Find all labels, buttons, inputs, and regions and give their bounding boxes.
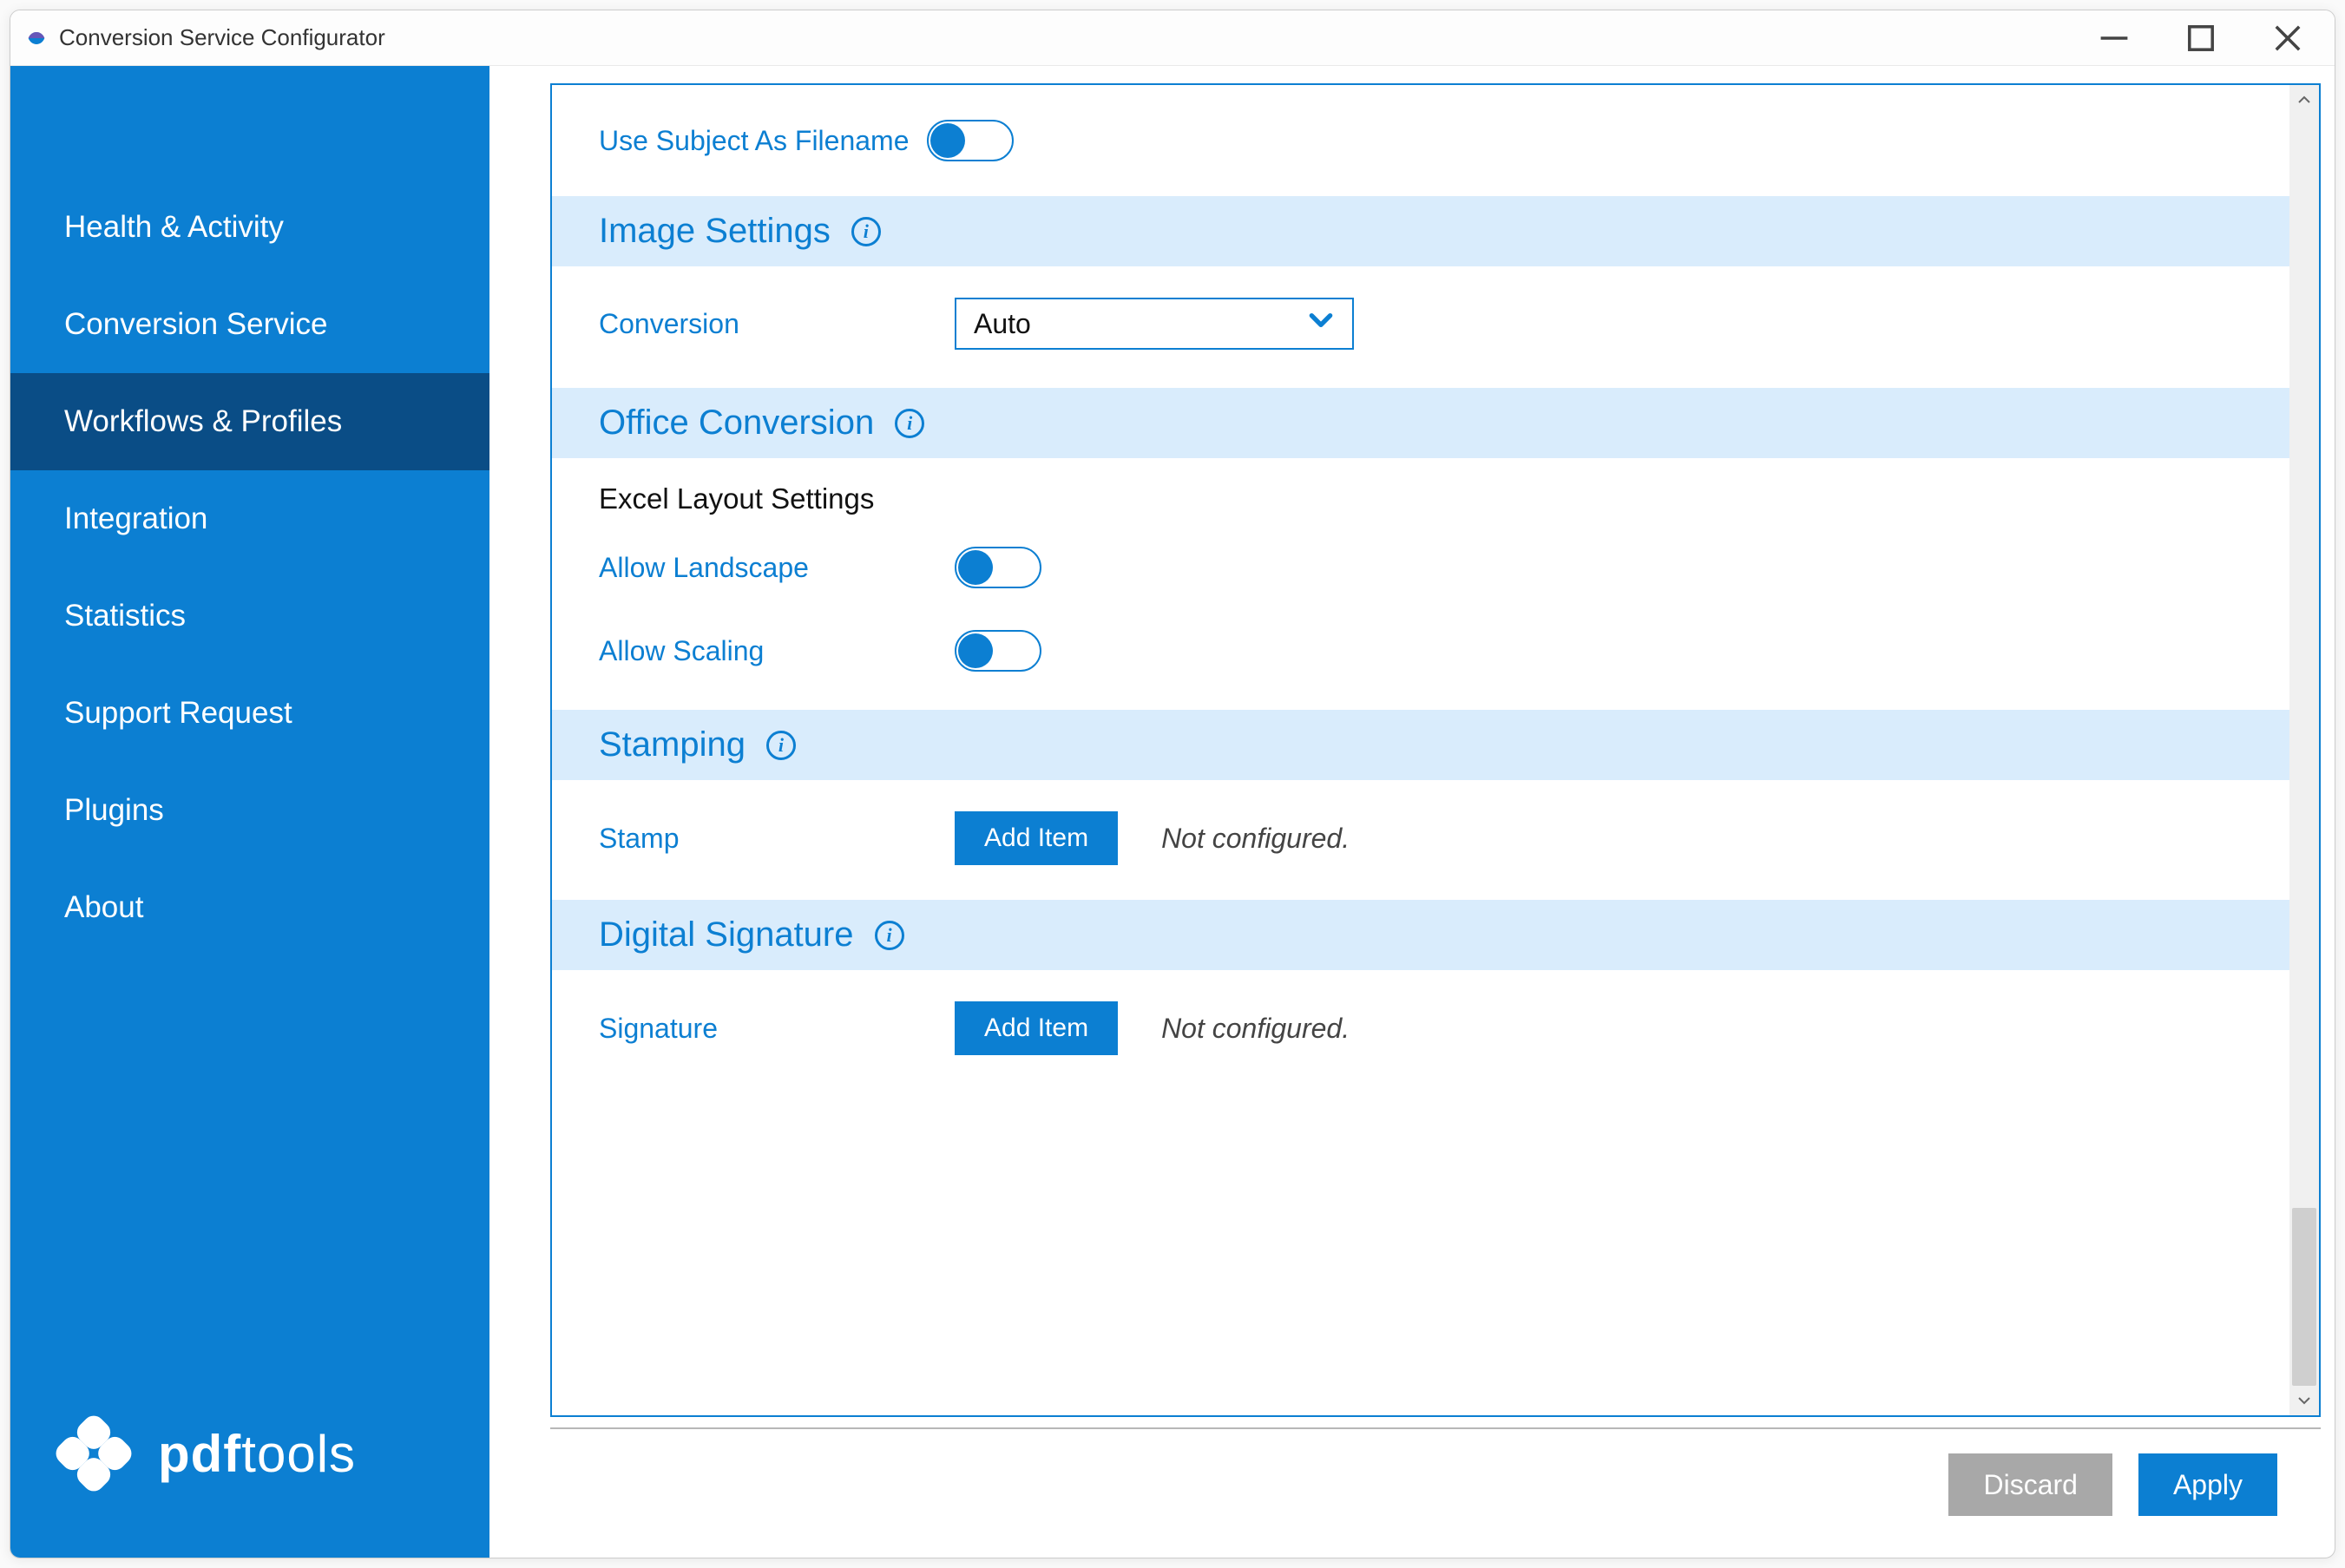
brand-wordmark: pdftools xyxy=(158,1424,356,1484)
scroll-up-icon[interactable] xyxy=(2289,85,2319,115)
minimize-button[interactable] xyxy=(2095,19,2133,57)
info-icon[interactable]: i xyxy=(851,217,881,246)
excel-layout-subheader: Excel Layout Settings xyxy=(552,458,2289,526)
stamp-add-button[interactable]: Add Item xyxy=(955,811,1118,865)
sidebar-item-label: Integration xyxy=(64,502,207,535)
info-icon[interactable]: i xyxy=(766,731,796,760)
sidebar-item-label: Workflows & Profiles xyxy=(64,404,342,438)
discard-button[interactable]: Discard xyxy=(1948,1453,2112,1516)
section-title: Image Settings xyxy=(599,212,831,251)
section-image-settings: Image Settings i xyxy=(552,196,2289,266)
app-icon xyxy=(24,26,49,50)
allow-landscape-label: Allow Landscape xyxy=(599,552,937,584)
allow-scaling-label: Allow Scaling xyxy=(599,635,937,667)
signature-add-button[interactable]: Add Item xyxy=(955,1001,1118,1055)
info-icon[interactable]: i xyxy=(875,921,904,950)
scroll-down-icon[interactable] xyxy=(2289,1386,2319,1415)
sidebar-item-label: Conversion Service xyxy=(64,307,327,341)
sidebar: Health & Activity Conversion Service Wor… xyxy=(10,66,489,1558)
titlebar: Conversion Service Configurator xyxy=(10,10,2335,66)
settings-frame: Use Subject As Filename Image Settings i… xyxy=(550,83,2321,1417)
chevron-down-icon xyxy=(1307,306,1335,341)
sidebar-item-statistics[interactable]: Statistics xyxy=(10,567,489,665)
apply-button[interactable]: Apply xyxy=(2138,1453,2277,1516)
sidebar-item-workflows[interactable]: Workflows & Profiles xyxy=(10,373,489,470)
use-subject-label: Use Subject As Filename xyxy=(599,125,910,157)
sidebar-item-label: Support Request xyxy=(64,696,292,730)
maximize-button[interactable] xyxy=(2182,19,2220,57)
sidebar-item-plugins[interactable]: Plugins xyxy=(10,762,489,859)
main-panel: Use Subject As Filename Image Settings i… xyxy=(489,66,2335,1558)
section-title: Office Conversion xyxy=(599,403,874,443)
conversion-select[interactable]: Auto xyxy=(955,298,1354,350)
stamp-status: Not configured. xyxy=(1161,823,1350,855)
conversion-value: Auto xyxy=(974,308,1031,340)
scrollbar[interactable] xyxy=(2289,85,2319,1415)
sidebar-item-about[interactable]: About xyxy=(10,859,489,956)
section-title: Digital Signature xyxy=(599,915,854,955)
sidebar-item-integration[interactable]: Integration xyxy=(10,470,489,567)
signature-label: Signature xyxy=(599,1013,937,1045)
sidebar-item-conversion-service[interactable]: Conversion Service xyxy=(10,276,489,373)
allow-scaling-toggle[interactable] xyxy=(955,630,1041,672)
stamp-label: Stamp xyxy=(599,823,937,855)
sidebar-item-label: Health & Activity xyxy=(64,210,284,244)
sidebar-item-label: About xyxy=(64,890,143,924)
app-window: Conversion Service Configurator Health &… xyxy=(10,10,2335,1558)
info-icon[interactable]: i xyxy=(895,409,924,438)
close-button[interactable] xyxy=(2269,19,2307,57)
scroll-track[interactable] xyxy=(2289,115,2319,1386)
section-stamping: Stamping i xyxy=(552,710,2289,780)
section-office-conversion: Office Conversion i xyxy=(552,388,2289,458)
brand-logo: pdftools xyxy=(10,1375,489,1558)
section-digital-signature: Digital Signature i xyxy=(552,900,2289,970)
settings-content: Use Subject As Filename Image Settings i… xyxy=(552,85,2289,1415)
scroll-thumb[interactable] xyxy=(2292,1208,2316,1386)
sidebar-item-label: Statistics xyxy=(64,599,186,633)
signature-status: Not configured. xyxy=(1161,1013,1350,1045)
pdftools-logo-icon xyxy=(50,1410,137,1497)
use-subject-toggle[interactable] xyxy=(927,120,1014,161)
section-title: Stamping xyxy=(599,725,746,764)
sidebar-item-health[interactable]: Health & Activity xyxy=(10,179,489,276)
window-title: Conversion Service Configurator xyxy=(59,24,385,51)
sidebar-item-label: Plugins xyxy=(64,793,164,827)
conversion-label: Conversion xyxy=(599,308,937,340)
sidebar-item-support[interactable]: Support Request xyxy=(10,665,489,762)
allow-landscape-toggle[interactable] xyxy=(955,547,1041,588)
footer-bar: Discard Apply xyxy=(550,1427,2321,1540)
